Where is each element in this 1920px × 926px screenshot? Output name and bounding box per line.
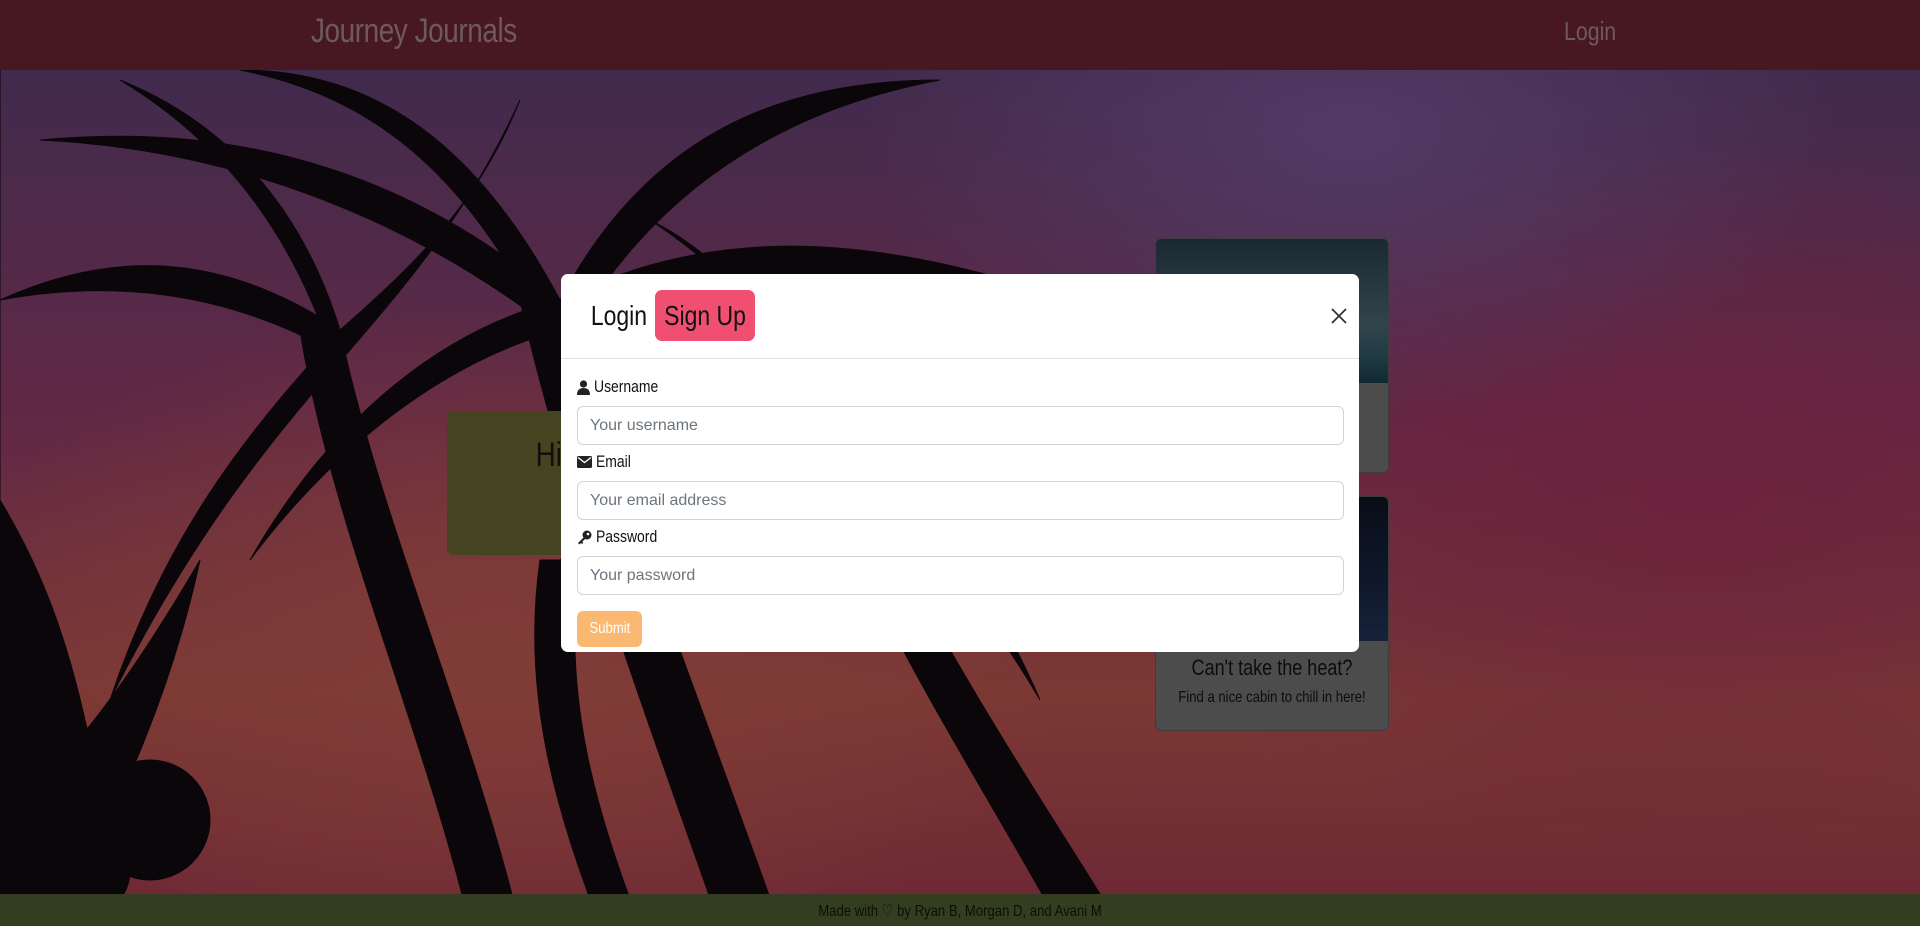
close-icon (1331, 308, 1347, 324)
close-button[interactable] (1325, 302, 1353, 330)
tab-signup[interactable]: Sign Up (655, 290, 755, 341)
username-input[interactable] (577, 406, 1344, 445)
tab-login[interactable]: Login (581, 290, 657, 341)
modal-header: Login Sign Up (561, 274, 1359, 359)
submit-label: Submit (589, 620, 630, 637)
email-input[interactable] (577, 481, 1344, 520)
key-icon (578, 530, 592, 544)
tab-signup-label: Sign Up (664, 300, 746, 331)
submit-button[interactable]: Submit (577, 611, 642, 647)
envelope-icon (577, 456, 592, 468)
email-label-row: Email (577, 449, 1344, 475)
username-label-row: Username (577, 374, 1344, 400)
user-icon (577, 379, 590, 395)
signup-form: Username Email Password Submit (577, 374, 1344, 647)
email-label: Email (596, 452, 631, 471)
auth-modal: Login Sign Up Username Email (561, 274, 1359, 652)
username-label: Username (594, 377, 659, 396)
password-label-row: Password (577, 524, 1344, 550)
password-input[interactable] (577, 556, 1344, 595)
password-label: Password (596, 527, 658, 546)
